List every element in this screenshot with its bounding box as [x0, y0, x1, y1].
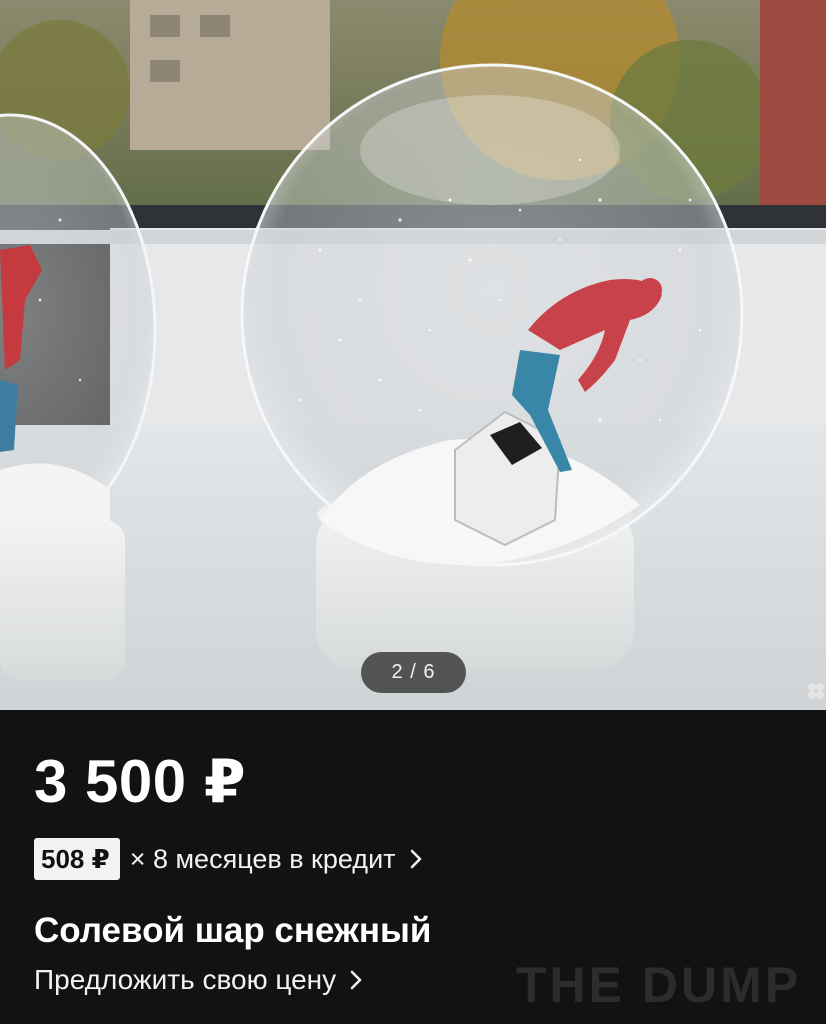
snow-globe-photo — [0, 0, 826, 710]
gallery-counter: 2 / 6 — [361, 652, 466, 693]
listing-photo[interactable]: 2 / 6 — [0, 0, 826, 710]
watermark: THE DUMP — [516, 957, 802, 1013]
listing-title: Солевой шар снежный — [34, 911, 432, 950]
credit-offer-link[interactable]: 508 ₽ × 8 месяцев в кредит — [34, 836, 424, 882]
more-photos-icon[interactable] — [806, 681, 826, 701]
chevron-right-icon — [410, 849, 421, 869]
listing-price: 3 500 ₽ — [34, 748, 247, 815]
credit-amount-badge: 508 ₽ — [34, 838, 120, 880]
chevron-right-icon — [350, 970, 362, 990]
offer-price-label: Предложить свою цену — [34, 964, 337, 995]
offer-price-link[interactable]: Предложить свою цену — [34, 958, 364, 1002]
credit-term-text: × 8 месяцев в кредит — [129, 843, 396, 874]
